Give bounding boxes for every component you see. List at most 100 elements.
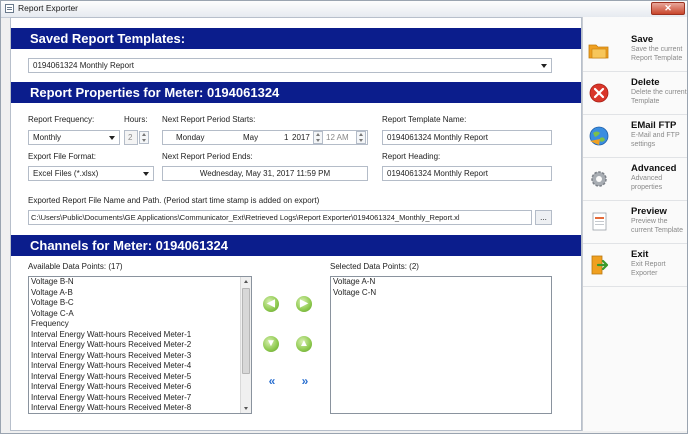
saved-template-select[interactable]: 0194061324 Monthly Report [28, 58, 552, 73]
start-date-spinner[interactable] [313, 131, 323, 144]
report-frequency-label: Report Frequency: [28, 115, 95, 124]
selected-points-label: Selected Data Points: (2) [330, 262, 419, 271]
export-format-label: Export File Format: [28, 152, 97, 161]
sidebar-item-desc: Exit Report Exporter [631, 261, 666, 277]
sidebar-item-label: Preview [631, 206, 667, 217]
scrollbar-thumb[interactable] [242, 288, 250, 374]
template-name-label: Report Template Name: [382, 115, 467, 124]
list-item[interactable]: Voltage B-N [29, 277, 251, 288]
selected-points-list[interactable]: Voltage A-N Voltage C-N [330, 276, 552, 414]
start-time-spinner[interactable] [356, 131, 366, 144]
list-item[interactable]: Interval Energy Watt-hours Received Mete… [29, 351, 251, 362]
list-item[interactable]: Interval Energy Watt-hours Received Mete… [29, 330, 251, 341]
list-item[interactable]: Voltage A-B [29, 288, 251, 299]
list-item[interactable]: Interval Energy Watt-hours Received Mete… [29, 403, 251, 413]
sidebar-item-save[interactable]: Save Save the current Report Template [583, 29, 687, 72]
list-item[interactable]: Voltage B-C [29, 298, 251, 309]
start-year: 2017 [292, 133, 310, 142]
list-item[interactable]: Interval Energy Watt-hours Received Mete… [29, 382, 251, 393]
sidebar-item-exit[interactable]: Exit Exit Report Exporter [583, 244, 687, 287]
chevron-down-icon [143, 172, 149, 176]
title-bar: Report Exporter ✕ [1, 1, 687, 18]
sidebar-item-desc: Advanced properties [631, 175, 663, 191]
arrow-left-icon: ◀ [267, 298, 275, 309]
chevron-down-icon [109, 136, 115, 140]
sidebar-item-desc: Save the current Report Template [631, 46, 683, 62]
sidebar-item-delete[interactable]: Delete Delete the current Template [583, 72, 687, 115]
sidebar-item-desc: Preview the current Template [631, 218, 684, 234]
hours-spinner[interactable] [139, 131, 149, 144]
export-path-label: Exported Report File Name and Path. (Per… [28, 196, 320, 205]
next-end-field: Wednesday, May 31, 2017 11:59 PM [162, 166, 368, 181]
export-path-input[interactable]: C:\Users\Public\Documents\GE Application… [28, 210, 532, 225]
move-up-button[interactable]: ▲ [296, 336, 312, 352]
arrow-down-icon: ▼ [266, 338, 276, 349]
list-item[interactable]: Interval Energy Watt-hours Received Mete… [29, 372, 251, 383]
sidebar-item-label: Exit [631, 249, 649, 260]
scroll-down-icon[interactable] [244, 407, 248, 410]
report-frequency-value: Monthly [33, 133, 62, 142]
report-frequency-select[interactable]: Monthly [28, 130, 120, 145]
app-icon [5, 4, 14, 13]
sidebar-item-label: Advanced [631, 163, 677, 174]
report-heading-input[interactable]: 0194061324 Monthly Report [382, 166, 552, 181]
start-month: May [243, 133, 259, 142]
saved-templates-header: Saved Report Templates: [11, 28, 581, 49]
hours-label: Hours: [124, 115, 148, 124]
export-format-value: Excel Files (*.xlsx) [33, 169, 99, 178]
report-exporter-window: Report Exporter ✕ Saved Report Templates… [0, 0, 688, 434]
move-right-button[interactable]: ▶ [296, 296, 312, 312]
sidebar-item-label: Delete [631, 77, 660, 88]
list-item[interactable]: Interval Energy Watt-hours Received Mete… [29, 361, 251, 372]
arrow-right-icon: ▶ [300, 298, 308, 309]
folder-save-icon [588, 44, 609, 59]
next-end-label: Next Report Period Ends: [162, 152, 253, 161]
double-arrow-right-icon: » [301, 374, 309, 388]
sidebar-item-desc: Delete the current Template [631, 89, 687, 105]
available-points-list[interactable]: Voltage B-N Voltage A-B Voltage B-C Voltage… [28, 276, 252, 414]
preview-icon [592, 212, 607, 231]
report-properties-header: Report Properties for Meter: 0194061324 [11, 82, 581, 103]
double-arrow-left-icon: « [268, 374, 276, 388]
delete-icon [589, 83, 609, 103]
main-panel: Saved Report Templates: 0194061324 Month… [10, 17, 582, 431]
sidebar-item-advanced[interactable]: Advanced Advanced properties [583, 158, 687, 201]
browse-button[interactable]: ... [535, 210, 552, 225]
move-down-button[interactable]: ▼ [263, 336, 279, 352]
hours-field[interactable]: 2 [124, 130, 138, 145]
start-date: 1 [284, 133, 289, 142]
list-item[interactable]: Interval Energy Watt-hours Received Mete… [29, 393, 251, 404]
heading-label: Report Heading: [382, 152, 441, 161]
list-item[interactable]: Voltage C-N [331, 288, 551, 299]
globe-icon [589, 126, 609, 146]
export-format-select[interactable]: Excel Files (*.xlsx) [28, 166, 154, 181]
start-time: 12 AM [326, 133, 349, 142]
move-all-left-button[interactable]: « [263, 373, 279, 389]
available-points-label: Available Data Points: (17) [28, 262, 123, 271]
next-start-label: Next Report Period Starts: [162, 115, 256, 124]
list-item[interactable]: Frequency [29, 319, 251, 330]
action-sidebar: Save Save the current Report Template De… [582, 17, 687, 431]
saved-template-value: 0194061324 Monthly Report [33, 61, 134, 70]
window-title: Report Exporter [18, 3, 78, 13]
sidebar-item-desc: E-Mail and FTP settings [631, 132, 680, 148]
list-item[interactable]: Interval Energy Watt-hours Received Mete… [29, 340, 251, 351]
chevron-down-icon [541, 64, 547, 68]
start-day: Monday [176, 133, 205, 142]
gear-icon [591, 171, 607, 187]
close-button[interactable]: ✕ [651, 2, 685, 15]
list-item[interactable]: Voltage C-A [29, 309, 251, 320]
channels-header: Channels for Meter: 0194061324 [11, 235, 581, 256]
list-item[interactable]: Voltage A-N [331, 277, 551, 288]
sidebar-item-preview[interactable]: Preview Preview the current Template [583, 201, 687, 244]
sidebar-item-label: EMail FTP [631, 120, 677, 131]
arrow-up-icon: ▲ [299, 338, 309, 349]
exit-door-icon [591, 255, 609, 275]
vertical-scrollbar[interactable] [240, 277, 251, 413]
move-all-right-button[interactable]: » [296, 373, 312, 389]
sidebar-item-email-ftp[interactable]: EMail FTP E-Mail and FTP settings [583, 115, 687, 158]
move-left-button[interactable]: ◀ [263, 296, 279, 312]
scroll-up-icon[interactable] [244, 280, 248, 283]
sidebar-item-label: Save [631, 34, 654, 45]
template-name-input[interactable]: 0194061324 Monthly Report [382, 130, 552, 145]
